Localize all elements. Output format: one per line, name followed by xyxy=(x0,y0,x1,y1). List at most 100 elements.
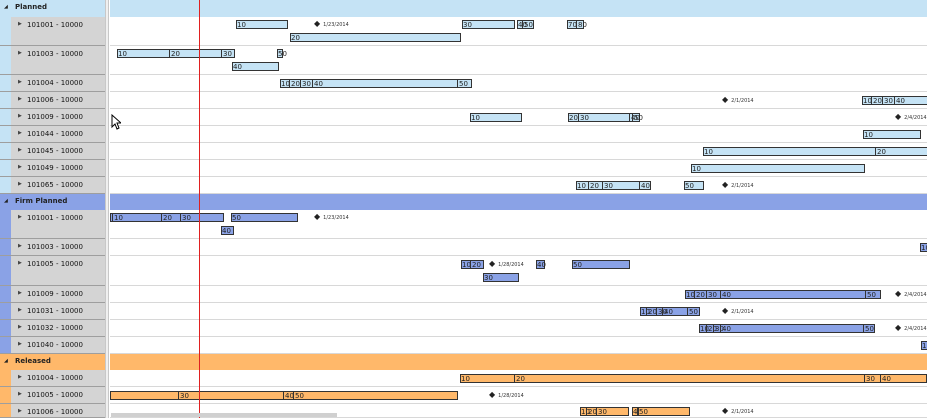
order-row-header[interactable]: ▶ 101031 - 10000 xyxy=(0,303,105,320)
due-date-milestone[interactable]: ◆ 2/1/2014 xyxy=(722,407,754,416)
due-date-milestone[interactable]: ◆ 2/1/2014 xyxy=(722,181,754,190)
triangle-right-icon[interactable]: ▶ xyxy=(18,243,22,249)
due-date-milestone[interactable]: ◆ 2/1/2014 xyxy=(722,307,754,316)
due-date-milestone[interactable]: ◆ 1/28/2014 xyxy=(489,260,524,269)
operation-bar[interactable]: 40 xyxy=(221,226,234,235)
triangle-right-icon[interactable]: ▶ xyxy=(18,130,22,136)
triangle-right-icon[interactable]: ▶ xyxy=(18,374,22,380)
order-row-header[interactable]: ▶ 101032 - 10000 xyxy=(0,320,105,337)
horizontal-scrollbar[interactable] xyxy=(111,413,337,417)
operation-bar[interactable]: 10 20 30 xyxy=(580,407,629,416)
operation-bar[interactable]: 10 xyxy=(470,113,522,122)
operation-bar[interactable]: 10 20 30 40 50 xyxy=(640,307,700,316)
operation-bar[interactable]: 10 20 30 40 xyxy=(576,181,651,190)
operation-bar[interactable]: 50 xyxy=(231,213,298,222)
operation-number: 50 xyxy=(278,50,287,58)
operation-bar[interactable]: 50 xyxy=(638,407,690,416)
due-date-milestone[interactable]: ◆ 2/4/2014 xyxy=(895,113,927,122)
triangle-right-icon[interactable]: ▶ xyxy=(18,113,22,119)
order-row-header[interactable]: ▶ 101065 - 10000 xyxy=(0,177,105,194)
operation-bar[interactable]: 10 xyxy=(691,164,865,173)
operation-bar[interactable]: 10 20 xyxy=(461,260,484,269)
order-row-header[interactable]: ▶ 101045 - 10000 xyxy=(0,143,105,160)
due-date-milestone[interactable]: ◆ 2/4/2014 xyxy=(895,324,927,333)
order-row-header[interactable]: ▶ 101040 - 10000 xyxy=(0,337,105,354)
operation-bar[interactable]: 10 xyxy=(921,341,927,350)
operation-bar[interactable]: 30 40 50 xyxy=(110,391,458,400)
operation-bar[interactable]: 10 20 30 40 xyxy=(460,374,927,383)
triangle-down-icon[interactable]: ◢ xyxy=(4,4,8,10)
order-row-header[interactable]: ▶ 101003 - 10000 xyxy=(0,239,105,256)
operation-bar[interactable]: 40 xyxy=(536,260,546,269)
operation-bar[interactable]: 10 20 30 xyxy=(110,213,224,222)
operation-bar[interactable]: 20 30 40 50 xyxy=(568,113,643,122)
triangle-right-icon[interactable]: ▶ xyxy=(18,260,22,266)
panel-splitter[interactable] xyxy=(105,0,109,418)
order-row-header[interactable]: ▶ 101044 - 10000 xyxy=(0,126,105,143)
due-date-milestone[interactable]: ◆ 2/4/2014 xyxy=(895,290,927,299)
order-row-header[interactable]: ▶ 101049 - 10000 xyxy=(0,160,105,177)
operation-bar[interactable]: 50 xyxy=(684,181,704,190)
triangle-down-icon[interactable]: ◢ xyxy=(4,358,8,364)
triangle-right-icon[interactable]: ▶ xyxy=(18,408,22,414)
triangle-down-icon[interactable]: ◢ xyxy=(4,198,8,204)
triangle-right-icon[interactable]: ▶ xyxy=(18,290,22,296)
operation-bar[interactable]: 30 xyxy=(483,273,519,282)
order-row-header[interactable]: ▶ 101001 - 10000 xyxy=(0,17,105,46)
triangle-right-icon[interactable]: ▶ xyxy=(18,324,22,330)
operation-bar[interactable]: 10 xyxy=(236,20,288,29)
triangle-right-icon[interactable]: ▶ xyxy=(18,50,22,56)
operation-bar[interactable]: 10 xyxy=(863,130,921,139)
operation-number: 30 xyxy=(596,408,607,416)
order-row-header[interactable]: ▶ 101003 - 10000 xyxy=(0,46,105,75)
triangle-right-icon[interactable]: ▶ xyxy=(18,79,22,85)
order-row-header[interactable]: ▶ 101006 - 10000 xyxy=(0,92,105,109)
operation-bar[interactable]: 50 xyxy=(277,49,287,58)
operation-bar[interactable]: 10 20 30 xyxy=(117,49,235,58)
order-row-header[interactable]: ▶ 101006 - 10000 xyxy=(0,404,105,418)
operation-bar[interactable]: 10 20 30 40 50 xyxy=(685,290,881,299)
operation-bar[interactable]: 20 xyxy=(290,33,461,42)
due-date-milestone[interactable]: ◆ 2/1/2014 xyxy=(722,96,754,105)
order-row-header[interactable]: ▶ 101004 - 10000 xyxy=(0,370,105,387)
operation-bar[interactable]: 40 50 xyxy=(517,20,534,29)
triangle-right-icon[interactable]: ▶ xyxy=(18,21,22,27)
order-label: 101004 - 10000 xyxy=(27,79,83,87)
order-row-header[interactable]: ▶ 101005 - 10000 xyxy=(0,256,105,286)
operation-bar[interactable]: 50 xyxy=(572,260,630,269)
triangle-right-icon[interactable]: ▶ xyxy=(18,341,22,347)
operation-number: 20 xyxy=(289,80,300,88)
order-row-header[interactable]: ▶ 101005 - 10000 xyxy=(0,387,105,404)
operation-bar[interactable]: 40 xyxy=(232,62,279,71)
operation-number: 50 xyxy=(293,392,304,400)
operation-bar[interactable]: 10 20 30 40 50 xyxy=(699,324,875,333)
due-date-milestone[interactable]: ◆ 1/23/2014 xyxy=(314,20,349,29)
today-line xyxy=(199,0,200,418)
operation-bar[interactable]: 30 xyxy=(462,20,515,29)
operation-bar[interactable]: 70 80 xyxy=(567,20,587,29)
group-header-planned[interactable]: ◢ Planned xyxy=(0,0,105,17)
group-label: Released xyxy=(15,357,51,365)
operation-bar[interactable]: 10 20 30 40 xyxy=(862,96,927,105)
triangle-right-icon[interactable]: ▶ xyxy=(18,307,22,313)
operation-bar[interactable]: 10 xyxy=(920,243,927,252)
due-date-milestone[interactable]: ◆ 1/23/2014 xyxy=(314,213,349,222)
order-row-header[interactable]: ▶ 101001 - 10000 xyxy=(0,210,105,239)
operation-bar[interactable]: 10 20 30 40 50 xyxy=(280,79,472,88)
triangle-right-icon[interactable]: ▶ xyxy=(18,96,22,102)
operation-number: 30 xyxy=(864,375,875,383)
order-row-header[interactable]: ▶ 101009 - 10000 xyxy=(0,109,105,126)
order-row-header[interactable]: ▶ 101009 - 10000 xyxy=(0,286,105,303)
triangle-right-icon[interactable]: ▶ xyxy=(18,214,22,220)
group-header-firm-planned[interactable]: ◢ Firm Planned xyxy=(0,194,105,210)
order-row-header[interactable]: ▶ 101004 - 10000 xyxy=(0,75,105,92)
triangle-right-icon[interactable]: ▶ xyxy=(18,164,22,170)
gantt-timeline[interactable]: 10 30 40 50 70 80 20 ◆ 1/23/2014 10 20 30 50 40 10 20 30… xyxy=(110,0,927,418)
triangle-right-icon[interactable]: ▶ xyxy=(18,181,22,187)
triangle-right-icon[interactable]: ▶ xyxy=(18,391,22,397)
due-date-milestone[interactable]: ◆ 1/28/2014 xyxy=(489,391,524,400)
operation-bar[interactable]: 10 20 xyxy=(703,147,927,156)
operation-number: 10 xyxy=(118,50,127,58)
triangle-right-icon[interactable]: ▶ xyxy=(18,147,22,153)
group-header-released[interactable]: ◢ Released xyxy=(0,354,105,370)
